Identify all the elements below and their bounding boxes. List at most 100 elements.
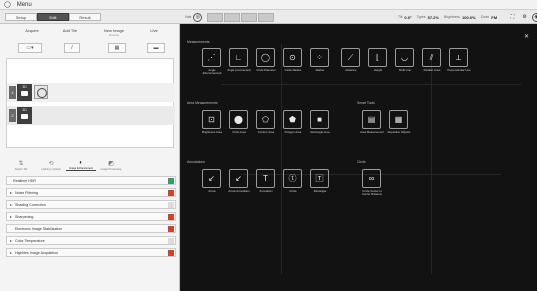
rectangle-area-icon: ■	[310, 110, 329, 129]
circle-diameter-icon: ◯	[256, 48, 275, 67]
tool-angle-connected[interactable]: ∟ Angle (Connected)	[227, 48, 251, 83]
tool-arrow[interactable]: ↙ Arrow	[201, 169, 223, 204]
image-list: 1 3D 2 3D	[6, 58, 175, 148]
tool-circle-diameter[interactable]: ◯ Circle Diameter	[255, 48, 277, 83]
chevron-right-icon: ▸	[9, 202, 12, 207]
live-label: Live	[150, 28, 158, 33]
tool-circle-radius[interactable]: ⊙ Circle Radius	[282, 48, 304, 83]
tool-perpendicular-line[interactable]: ⟂ Perpendicular Line	[447, 48, 471, 83]
setting-sharpening[interactable]: ▸ Sharpening	[6, 212, 176, 221]
depth-icon: ⇅	[18, 161, 24, 167]
tool-marker[interactable]: ⁘ Marker	[309, 48, 331, 83]
toggle-off[interactable]	[168, 190, 174, 196]
tool-arrow-annotation[interactable]: ↙ Arrow Annotation	[228, 169, 250, 204]
tab-lighting[interactable]: ⟲ Lighting / Optical	[36, 155, 66, 171]
tab-setup[interactable]: Setup	[5, 13, 37, 21]
toolbar-slot-4[interactable]	[258, 12, 275, 22]
sidebar-header: Acquire Add Tile New Image Overlay Live	[0, 28, 180, 38]
circle-text-icon: ⓣ	[283, 169, 302, 188]
settings-icon[interactable]: ⚙	[520, 13, 529, 22]
toggle-off[interactable]	[168, 226, 174, 232]
tool-circle-center-distance[interactable]: ∞ Circle Center to Center Distance	[361, 169, 383, 204]
title-bar: ◯ Menu	[0, 0, 537, 10]
tool-distance[interactable]: ⟋ Distance	[340, 48, 362, 83]
brightness-label: Brightness	[443, 15, 460, 19]
tab-result[interactable]: Result	[69, 13, 101, 21]
chevron-right-icon: ▸	[9, 238, 12, 243]
tool-height[interactable]: ⌊ Height	[367, 48, 389, 83]
setting-image-stabilization[interactable]: Electronic Image Stabilization	[6, 224, 176, 233]
add-tile-label: Add Tile	[62, 28, 78, 33]
tool-parallel-lines[interactable]: ⫽ Parallel Lines	[421, 48, 443, 83]
tool-circle-area[interactable]: ⬤ Circle Area	[228, 110, 250, 145]
tab-depth[interactable]: ⇅ Depth / 3D	[6, 155, 36, 171]
section-smart-tools: Smart Tools	[357, 101, 375, 105]
toolbar-status-group: Tilt 0.0° Types 57.2% Brightness 100.0% …	[398, 12, 502, 22]
expand-icon[interactable]: ⛶	[508, 13, 517, 22]
camera-icon	[21, 91, 28, 96]
tab-image-enhancement[interactable]: ◐ Image Enhancement	[66, 155, 96, 171]
measurement-panel: ✕ Measurements ⋰ Angle (Disconnected) ∟ An…	[181, 24, 537, 291]
toggle-off[interactable]	[168, 214, 174, 220]
contour-area-icon: ⬠	[256, 110, 275, 129]
circle-image-tile[interactable]	[34, 85, 48, 99]
acquire-button[interactable]: ▭▾	[18, 43, 42, 53]
toggle-disabled[interactable]	[168, 202, 174, 208]
chevron-right-icon: ▸	[9, 214, 12, 219]
target-icon[interactable]: ◎	[193, 12, 203, 22]
app-logo-icon: ◯	[4, 1, 11, 8]
vals-label: Vals	[185, 15, 192, 19]
toggle-disabled[interactable]	[168, 238, 174, 244]
section-area-measurements: Area Measurements	[187, 101, 218, 105]
tool-repetitive-objects[interactable]: ▦ Repetitive Objects	[388, 110, 410, 145]
new-image-sub-label: Overlay	[108, 33, 120, 37]
rectangle-text-icon: 🅃	[310, 169, 329, 188]
row-number: 1	[9, 86, 16, 99]
image-tile[interactable]: 3D	[17, 107, 32, 124]
circle-radius-icon: ⊙	[283, 48, 302, 67]
tool-polygon-area[interactable]: ⬟ Polygon Area	[282, 110, 304, 145]
tool-brightness-area[interactable]: ⊡ Brightness Area	[201, 110, 223, 145]
zoom-label: Zoom	[480, 15, 490, 19]
setting-shading-correction[interactable]: ▸ Shading Correction	[6, 200, 176, 209]
section-measurements: Measurements	[187, 40, 210, 44]
arrow-icon: ↙	[202, 169, 221, 188]
image-tile[interactable]: 3D	[17, 84, 32, 101]
enhancement-icon: ◐	[79, 160, 83, 166]
acquire-label: Acquire	[25, 28, 39, 33]
setting-realtime-hdr[interactable]: Realtime HDR	[6, 176, 176, 185]
live-button[interactable]: ▬	[147, 43, 165, 53]
tool-contour-area[interactable]: ⬠ Contour Area	[255, 110, 277, 145]
add-tile-button[interactable]: /	[64, 43, 80, 53]
parallel-lines-icon: ⫽	[422, 48, 441, 67]
chevron-right-icon: ▸	[9, 190, 12, 195]
new-image-button[interactable]: ▦	[108, 43, 126, 53]
tool-annotation[interactable]: T Annotation	[255, 169, 277, 204]
types-label: Types	[416, 15, 426, 19]
tool-rectangle-annotation[interactable]: 🅃 Rectangle	[309, 169, 331, 204]
tool-rectangle-area[interactable]: ■ Rectangle Area	[309, 110, 331, 145]
toolbar-slot-3[interactable]	[241, 12, 258, 22]
live-icon: ▬	[153, 45, 159, 51]
lighting-icon: ⟲	[48, 161, 54, 167]
area-measurement-icon: ▤	[362, 110, 381, 129]
image-row-2[interactable]: 2 3D	[7, 106, 175, 125]
image-row-1[interactable]: 1 3D	[7, 83, 175, 102]
toggle-on[interactable]	[168, 178, 174, 184]
toolbar-slot-2[interactable]	[224, 12, 241, 22]
setting-noise-filtering[interactable]: ▸ Noise Filtering	[6, 188, 176, 197]
tool-multi-line[interactable]: ◡ Multi Line	[394, 48, 416, 83]
help-icon[interactable]: ◉	[532, 12, 537, 22]
tab-edit[interactable]: Edit	[37, 13, 69, 21]
toggle-off[interactable]	[168, 250, 174, 256]
tool-circle-annotation[interactable]: ⓣ Circle	[282, 169, 304, 204]
menu-button[interactable]: Menu	[17, 2, 32, 8]
left-sidebar: Acquire Add Tile New Image Overlay Live …	[0, 24, 180, 291]
setting-highlites-acquisition[interactable]: ▸ Highlites Image Acquisition	[6, 248, 176, 257]
tab-image-processing[interactable]: ◩ Image Processing	[96, 155, 126, 171]
tool-angle-disconnected[interactable]: ⋰ Angle (Disconnected)	[201, 48, 223, 83]
toolbar-slot-1[interactable]	[207, 12, 224, 22]
tool-area-measurement[interactable]: ▤ Area Measurement	[360, 110, 384, 145]
setting-color-temperature[interactable]: ▸ Color Temperature	[6, 236, 176, 245]
close-icon[interactable]: ✕	[524, 33, 529, 40]
